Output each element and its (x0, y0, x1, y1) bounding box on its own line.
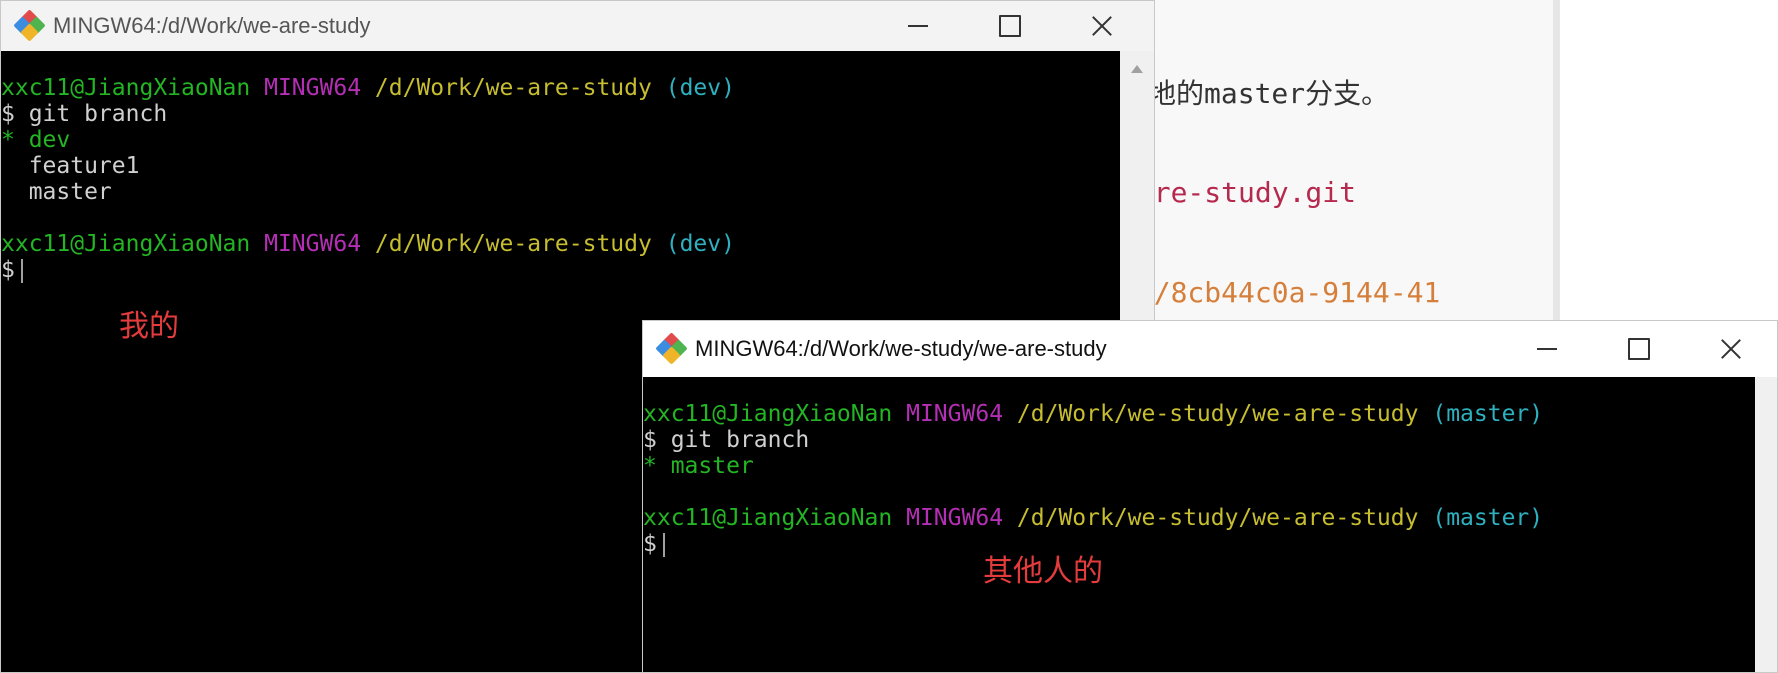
command-line: $ git branch (643, 427, 1755, 453)
terminal-output[interactable]: xxc11@JiangXiaoNan MINGW64 /d/Work/we-st… (643, 377, 1755, 672)
git-bash-icon[interactable] (655, 332, 688, 365)
input-line[interactable]: $ (1, 257, 1120, 283)
prompt-line: xxc11@JiangXiaoNan MINGW64 /d/Work/we-st… (643, 505, 1755, 531)
scroll-up-arrow-icon[interactable] (1131, 65, 1143, 73)
branch-current: * dev (1, 127, 1120, 153)
minimize-icon[interactable] (872, 1, 964, 51)
branch-marker: * (643, 453, 671, 479)
prompt-path: /d/Work/we-study/we-are-study (1016, 401, 1419, 427)
doc-code-line: 29/8cb44c0a-9144-41 (1120, 276, 1441, 309)
command-line: $ git branch (1, 101, 1120, 127)
branch-current: * master (643, 453, 1755, 479)
prompt-path: /d/Work/we-are-study (374, 231, 652, 257)
window-controls (1501, 321, 1777, 377)
maximize-icon[interactable] (1593, 321, 1685, 377)
terminal-scrollbar[interactable] (1755, 377, 1777, 672)
branch-item: feature1 (1, 153, 140, 179)
prompt-path: /d/Work/we-study/we-are-study (1016, 505, 1419, 531)
prompt-branch: (dev) (665, 75, 735, 101)
doc-text-line: 本地的master分支。 (1120, 77, 1390, 110)
maximize-icon[interactable] (964, 1, 1056, 51)
doc-code-line: -are-study.git (1120, 176, 1357, 209)
window-controls (872, 1, 1148, 51)
prompt-user: xxc11@JiangXiaoNan (643, 401, 893, 427)
command-prefix: $ (643, 427, 671, 453)
branch-name: dev (28, 127, 71, 153)
prompt-env: MINGW64 (906, 505, 1004, 531)
command-prefix: $ (1, 101, 29, 127)
prompt-user: xxc11@JiangXiaoNan (1, 231, 251, 257)
prompt-line: xxc11@JiangXiaoNan MINGW64 /d/Work/we-st… (643, 401, 1755, 427)
window-title: MINGW64:/d/Work/we-study/we-are-study (695, 336, 1107, 361)
text-cursor (20, 258, 23, 283)
prompt-user: xxc11@JiangXiaoNan (1, 75, 251, 101)
branch-marker: * (1, 127, 29, 153)
background-document-margin (1560, 0, 1778, 330)
prompt-env: MINGW64 (264, 231, 362, 257)
annotation-others: 其他人的 (983, 554, 1103, 589)
prompt-env: MINGW64 (264, 75, 362, 101)
close-icon[interactable] (1056, 1, 1148, 51)
terminal-window-others[interactable]: MINGW64:/d/Work/we-study/we-are-study xx… (642, 320, 1778, 673)
text-cursor (662, 532, 665, 557)
window-title: MINGW64:/d/Work/we-are-study (53, 13, 371, 38)
prompt-branch: (dev) (665, 231, 735, 257)
branch-item: master (1, 179, 112, 205)
git-bash-icon[interactable] (13, 9, 46, 42)
prompt-line: xxc11@JiangXiaoNan MINGW64 /d/Work/we-ar… (1, 231, 1120, 257)
close-icon[interactable] (1685, 321, 1777, 377)
annotation-mine: 我的 (119, 309, 179, 344)
prompt-line: xxc11@JiangXiaoNan MINGW64 /d/Work/we-ar… (1, 75, 1120, 101)
command-text: git branch (670, 427, 810, 453)
prompt-env: MINGW64 (906, 401, 1004, 427)
input-line[interactable]: $ (643, 531, 1755, 557)
command-text: git branch (28, 101, 168, 127)
prompt-dollar: $ (643, 531, 657, 557)
branch-name: master (670, 453, 754, 479)
prompt-branch: (master) (1432, 401, 1544, 427)
prompt-path: /d/Work/we-are-study (374, 75, 652, 101)
window-titlebar[interactable]: MINGW64:/d/Work/we-are-study (1, 1, 1154, 51)
window-titlebar[interactable]: MINGW64:/d/Work/we-study/we-are-study (643, 321, 1777, 377)
prompt-user: xxc11@JiangXiaoNan (643, 505, 893, 531)
prompt-branch: (master) (1432, 505, 1544, 531)
prompt-dollar: $ (1, 257, 15, 283)
minimize-icon[interactable] (1501, 321, 1593, 377)
